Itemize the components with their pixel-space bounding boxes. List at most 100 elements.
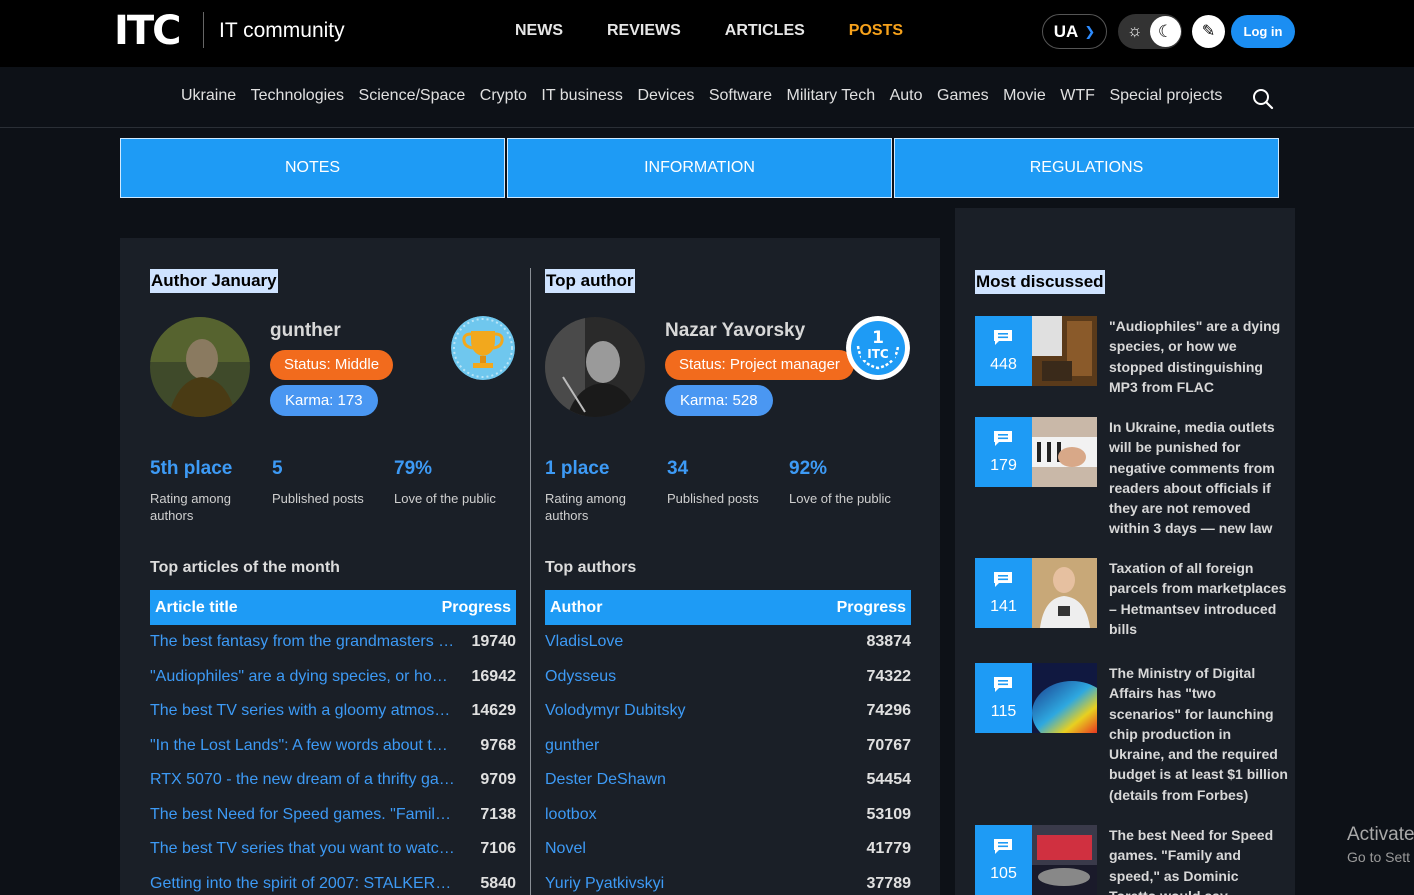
- category-technologies[interactable]: Technologies: [251, 87, 344, 105]
- most-discussed-sidebar: Most discussed 448 "Audiophiles" are a d…: [955, 208, 1295, 895]
- rating-label: Rating among authors: [545, 491, 626, 523]
- table-row: Yuriy Pyatkivskyi 37789: [545, 867, 911, 895]
- karma-badge: Karma: 528: [665, 385, 773, 416]
- posts-value: 34: [667, 458, 689, 479]
- theme-toggle[interactable]: ☼ ☾: [1118, 14, 1182, 49]
- article-link[interactable]: The best TV series that you want to watc…: [150, 840, 455, 858]
- svg-text:ITC: ITC: [867, 347, 889, 361]
- article-link[interactable]: "In the Lost Lands": A few words about t…: [150, 737, 455, 755]
- article-thumbnail[interactable]: [1032, 558, 1097, 628]
- table-row: The best fantasy from the grandmasters o…: [150, 625, 516, 660]
- login-button[interactable]: Log in: [1231, 15, 1295, 48]
- progress-value: 41779: [866, 840, 912, 858]
- column-header-progress: Progress: [836, 598, 906, 616]
- author-link[interactable]: VladisLove: [545, 633, 623, 651]
- table-row: The best TV series that you want to watc…: [150, 832, 516, 867]
- article-link[interactable]: Getting into the spirit of 2007: STALKER…: [150, 875, 455, 893]
- author-link[interactable]: Odysseus: [545, 668, 616, 686]
- progress-value: 83874: [866, 633, 912, 651]
- table-row: The best TV series with a gloomy atmosph…: [150, 694, 516, 729]
- author-link[interactable]: Novel: [545, 840, 586, 858]
- table-row: VladisLove 83874: [545, 625, 911, 660]
- first-place-itc-badge-icon: 1 ITC: [846, 316, 910, 380]
- nav-reviews[interactable]: REVIEWS: [607, 22, 681, 40]
- author-link[interactable]: Dester DeShawn: [545, 771, 666, 789]
- tab-notes[interactable]: NOTES: [120, 138, 505, 198]
- comment-count: 448: [975, 316, 1032, 386]
- article-title[interactable]: The Ministry of Digital Affairs has "two…: [1109, 663, 1289, 805]
- category-auto[interactable]: Auto: [890, 87, 923, 105]
- comment-icon: [994, 431, 1012, 446]
- love-label: Love of the public: [394, 491, 496, 506]
- sun-icon[interactable]: ☼: [1127, 22, 1143, 40]
- author-link[interactable]: Yuriy Pyatkivskyi: [545, 875, 664, 893]
- nav-articles[interactable]: ARTICLES: [725, 22, 805, 40]
- most-discussed-heading: Most discussed: [975, 270, 1105, 294]
- article-link[interactable]: The best TV series with a gloomy atmosph…: [150, 702, 455, 720]
- table-row: Dester DeShawn 54454: [545, 763, 911, 798]
- posts-stat: 34 Published posts: [667, 458, 759, 507]
- article-thumbnail[interactable]: [1032, 316, 1097, 386]
- article-title[interactable]: Taxation of all foreign parcels from mar…: [1109, 558, 1289, 639]
- love-stat: 92% Love of the public: [789, 458, 891, 507]
- avatar[interactable]: [545, 317, 645, 417]
- table-row: "Audiophiles" are a dying species, or ho…: [150, 660, 516, 695]
- category-wtf[interactable]: WTF: [1060, 87, 1095, 105]
- category-military-tech[interactable]: Military Tech: [786, 87, 875, 105]
- article-thumbnail[interactable]: [1032, 417, 1097, 487]
- category-special-projects[interactable]: Special projects: [1109, 87, 1222, 105]
- category-software[interactable]: Software: [709, 87, 772, 105]
- progress-value: 70767: [866, 736, 912, 754]
- category-games[interactable]: Games: [937, 87, 989, 105]
- nav-posts[interactable]: POSTS: [849, 22, 903, 40]
- main-nav: NEWS REVIEWS ARTICLES POSTS: [515, 22, 947, 40]
- windows-activation-subtext: Go to Sett: [1347, 849, 1411, 865]
- nav-news[interactable]: NEWS: [515, 22, 563, 40]
- avatar[interactable]: [150, 317, 250, 417]
- status-badge: Status: Project manager: [665, 350, 854, 380]
- table-row: gunther 70767: [545, 729, 911, 764]
- tab-information[interactable]: INFORMATION: [507, 138, 892, 198]
- author-link[interactable]: lootbox: [545, 806, 597, 824]
- column-header-title: Article title: [155, 598, 238, 616]
- author-name[interactable]: gunther: [270, 320, 341, 342]
- category-ukraine[interactable]: Ukraine: [181, 87, 236, 105]
- author-link[interactable]: Volodymyr Dubitsky: [545, 702, 686, 720]
- article-title[interactable]: In Ukraine, media outlets will be punish…: [1109, 417, 1289, 539]
- site-logo[interactable]: ITC: [114, 11, 182, 51]
- language-select[interactable]: UA ❯: [1042, 14, 1107, 49]
- table-row: Getting into the spirit of 2007: STALKER…: [150, 867, 516, 895]
- moon-icon[interactable]: ☾: [1150, 16, 1181, 47]
- progress-value: 5840: [480, 874, 516, 892]
- category-crypto[interactable]: Crypto: [480, 87, 527, 105]
- author-name[interactable]: Nazar Yavorsky: [665, 320, 805, 342]
- ratings-panel: Author January gunther Status: Middle Ka…: [120, 238, 940, 895]
- article-link[interactable]: The best Need for Speed games. "Family a…: [150, 806, 455, 824]
- top-articles-title: Top articles of the month: [150, 559, 340, 576]
- article-link[interactable]: The best fantasy from the grandmasters o…: [150, 633, 455, 651]
- category-science-space[interactable]: Science/Space: [359, 87, 466, 105]
- search-icon[interactable]: [1252, 88, 1274, 110]
- category-devices[interactable]: Devices: [637, 87, 694, 105]
- comment-icon: [994, 839, 1012, 854]
- article-thumbnail[interactable]: [1032, 663, 1097, 733]
- article-link[interactable]: "Audiophiles" are a dying species, or ho…: [150, 668, 455, 686]
- article-title[interactable]: The best Need for Speed games. "Family a…: [1109, 825, 1289, 895]
- category-it-business[interactable]: IT business: [541, 87, 623, 105]
- progress-value: 16942: [471, 667, 517, 685]
- author-link[interactable]: gunther: [545, 737, 599, 755]
- article-title[interactable]: "Audiophiles" are a dying species, or ho…: [1109, 316, 1289, 397]
- tab-regulations[interactable]: REGULATIONS: [894, 138, 1279, 198]
- edit-icon[interactable]: ✎: [1192, 15, 1225, 48]
- article-link[interactable]: RTX 5070 - the new dream of a thrifty ga…: [150, 771, 455, 789]
- comment-count: 105: [975, 825, 1032, 895]
- site-tagline[interactable]: IT community: [219, 19, 345, 43]
- table-row: "In the Lost Lands": A few words about t…: [150, 729, 516, 764]
- progress-value: 9768: [480, 736, 516, 754]
- category-movie[interactable]: Movie: [1003, 87, 1046, 105]
- section-tabs: NOTES INFORMATION REGULATIONS: [120, 138, 1279, 198]
- table-row: Novel 41779: [545, 832, 911, 867]
- table-row: lootbox 53109: [545, 798, 911, 833]
- karma-badge: Karma: 173: [270, 385, 378, 416]
- article-thumbnail[interactable]: [1032, 825, 1097, 895]
